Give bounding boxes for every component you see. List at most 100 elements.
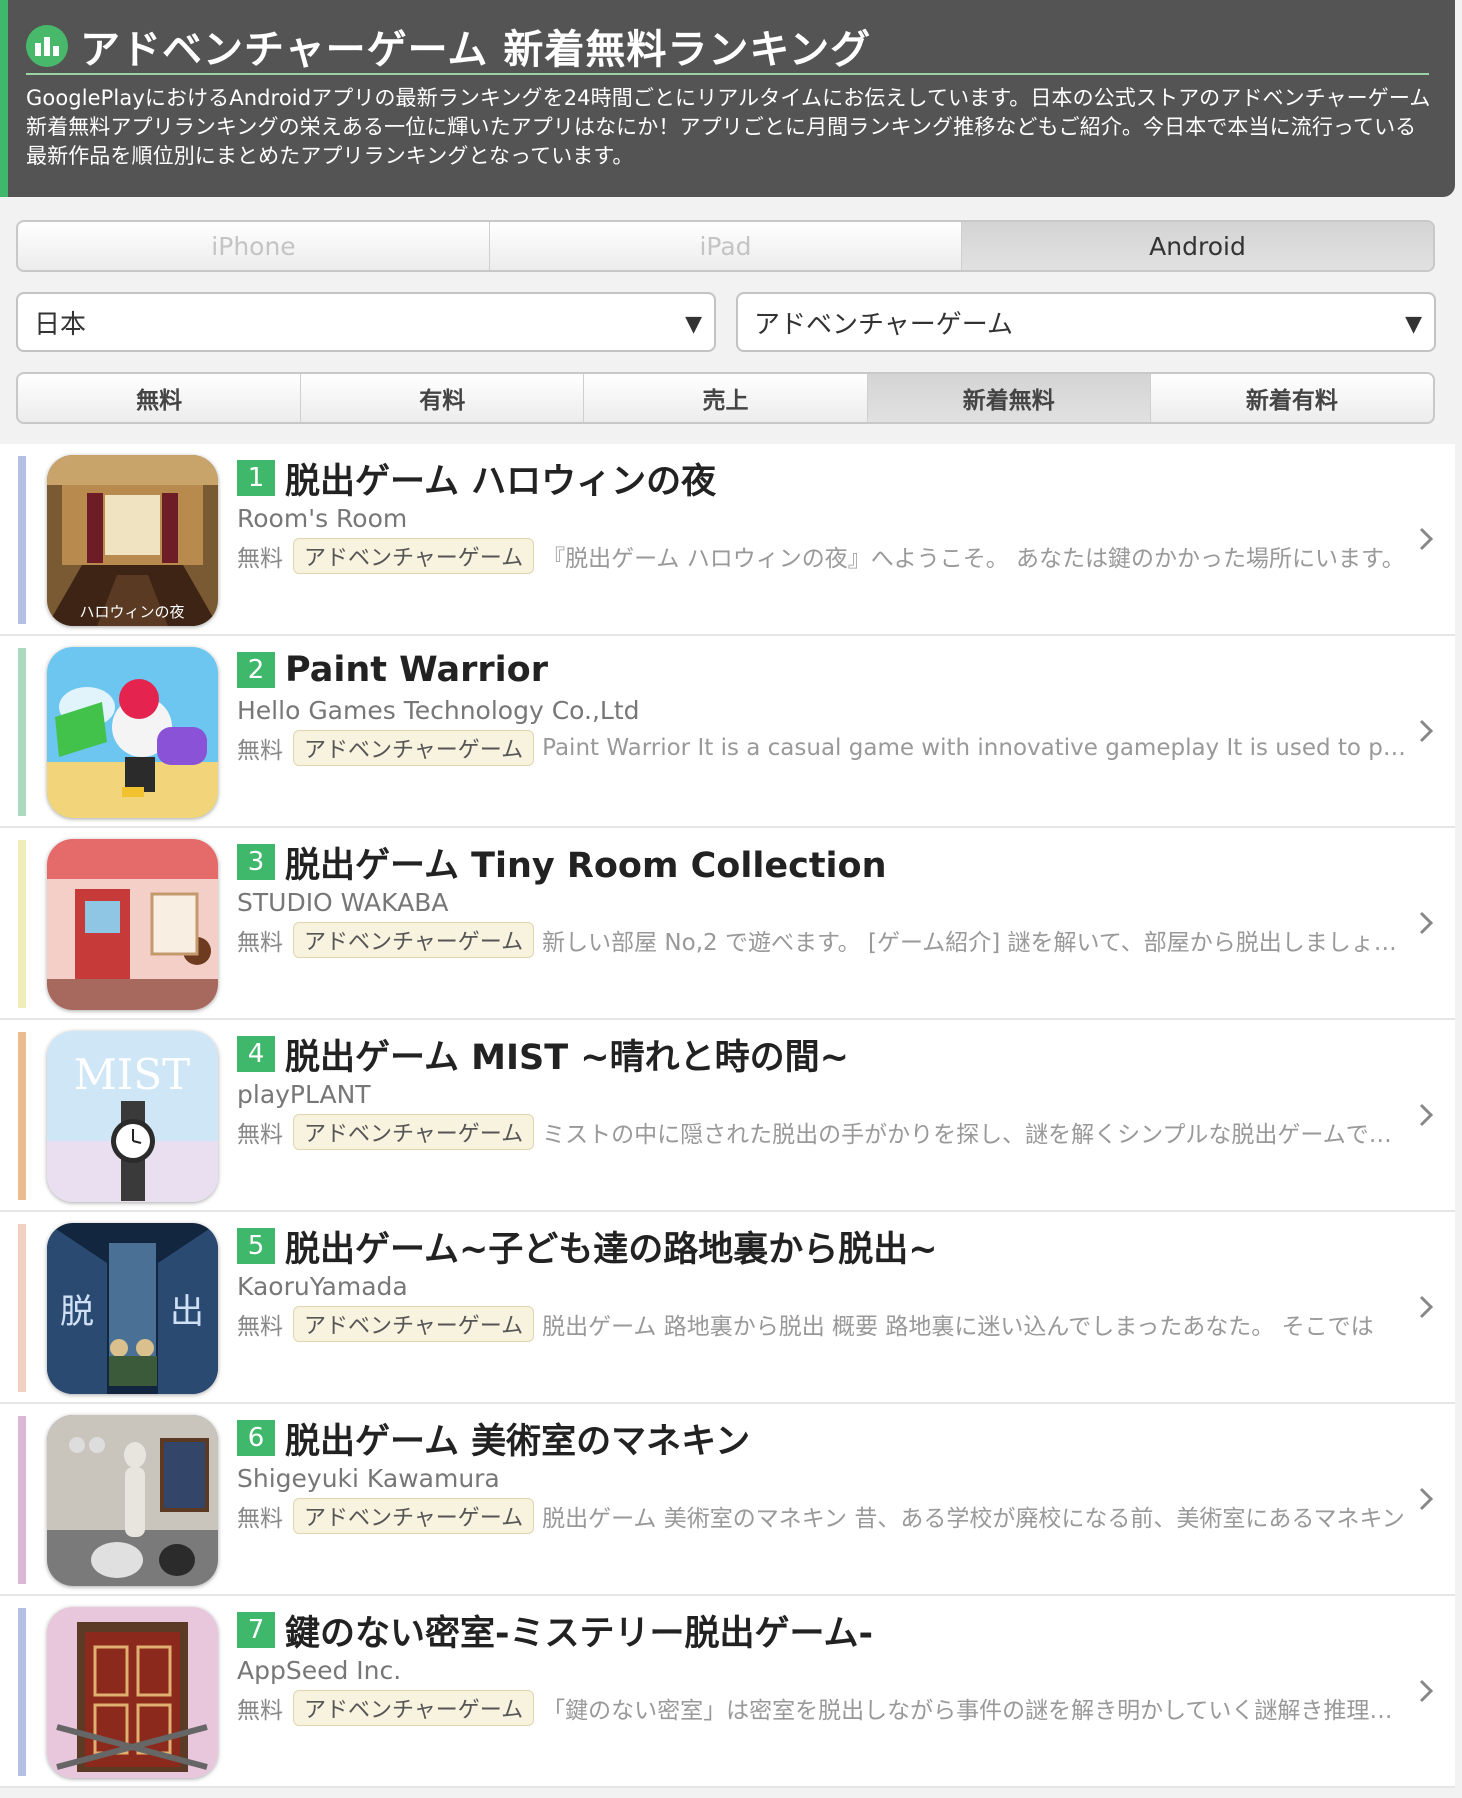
page-title: アドベンチャーゲーム 新着無料ランキング xyxy=(80,27,872,73)
rank-line: 2 Paint Warrior xyxy=(237,648,548,692)
tab-iphone[interactable]: iPhone xyxy=(18,222,490,270)
country-select-value: 日本 xyxy=(34,309,87,340)
ranking-type-tabs: 無料 有料 売上 新着無料 新着有料 xyxy=(16,372,1435,424)
page-header: アドベンチャーゲーム 新着無料ランキング GooglePlayにおけるAndro… xyxy=(0,0,1455,197)
app-title[interactable]: 脱出ゲーム MIST ~晴れと時の間~ xyxy=(285,1029,849,1080)
chevron-right-icon[interactable] xyxy=(1417,1676,1435,1706)
app-meta: 無料 アドベンチャーゲーム 脱出ゲーム 路地裏から脱出 概要 路地裏に迷い込んで… xyxy=(237,1306,1407,1342)
app-meta: 無料 アドベンチャーゲーム 『脱出ゲーム ハロウィンの夜』へようこそ。 あなたは… xyxy=(237,538,1407,574)
app-price: 無料 xyxy=(237,930,283,956)
app-price: 無料 xyxy=(237,1506,283,1532)
ranking-row[interactable]: 脱 出 5 脱出ゲーム~子ども達の路地裏から脱出~ KaoruYamada 無料… xyxy=(0,1212,1455,1404)
header-title-row: アドベンチャーゲーム 新着無料ランキング xyxy=(26,18,871,74)
genre-tag: アドベンチャーゲーム xyxy=(293,1498,535,1534)
app-icon-text: 出 xyxy=(170,1292,204,1332)
chevron-right-icon[interactable] xyxy=(1417,1100,1435,1130)
ranking-row[interactable]: 3 脱出ゲーム Tiny Room Collection STUDIO WAKA… xyxy=(0,828,1455,1020)
row-color-bar xyxy=(18,1032,26,1200)
rank-line: 4 脱出ゲーム MIST ~晴れと時の間~ xyxy=(237,1032,849,1078)
ranking-row[interactable]: MIST 4 脱出ゲーム MIST ~晴れと時の間~ playPLANT 無料 … xyxy=(0,1020,1455,1212)
app-developer: STUDIO WAKABA xyxy=(237,888,449,917)
app-title[interactable]: 脱出ゲーム 美術室のマネキン xyxy=(285,1413,750,1464)
chevron-right-icon[interactable] xyxy=(1417,1292,1435,1322)
ranking-row[interactable]: 7 鍵のない密室-ミステリー脱出ゲーム- AppSeed Inc. 無料 アドベ… xyxy=(0,1596,1455,1788)
rank-badge: 1 xyxy=(237,460,275,496)
tab-grossing[interactable]: 売上 xyxy=(584,374,868,422)
ranking-row[interactable]: 2 Paint Warrior Hello Games Technology C… xyxy=(0,636,1455,828)
rank-badge: 6 xyxy=(237,1420,275,1456)
ranking-row[interactable]: 6 脱出ゲーム 美術室のマネキン Shigeyuki Kawamura 無料 ア… xyxy=(0,1404,1455,1596)
app-price: 無料 xyxy=(237,546,283,572)
app-title[interactable]: Paint Warrior xyxy=(285,650,548,690)
app-icon[interactable] xyxy=(47,839,218,1010)
tab-free[interactable]: 無料 xyxy=(18,374,302,422)
ranking-row[interactable]: ハロウィンの夜 1 脱出ゲーム ハロウィンの夜 Room's Room 無料 ア… xyxy=(0,444,1455,636)
rank-line: 3 脱出ゲーム Tiny Room Collection xyxy=(237,840,887,886)
rank-badge: 5 xyxy=(237,1228,275,1264)
tab-new-paid[interactable]: 新着有料 xyxy=(1151,374,1433,422)
app-title[interactable]: 脱出ゲーム ハロウィンの夜 xyxy=(285,453,716,504)
app-icon-text: 脱 xyxy=(60,1292,94,1332)
ranking-list: ハロウィンの夜 1 脱出ゲーム ハロウィンの夜 Room's Room 無料 ア… xyxy=(0,444,1455,1788)
row-color-bar xyxy=(18,648,26,816)
rank-line: 7 鍵のない密室-ミステリー脱出ゲーム- xyxy=(237,1608,873,1654)
app-developer: Hello Games Technology Co.,Ltd xyxy=(237,696,640,725)
rank-line: 5 脱出ゲーム~子ども達の路地裏から脱出~ xyxy=(237,1224,938,1270)
app-icon[interactable]: MIST xyxy=(47,1031,218,1202)
app-developer: KaoruYamada xyxy=(237,1272,408,1301)
app-title[interactable]: 鍵のない密室-ミステリー脱出ゲーム- xyxy=(285,1605,873,1656)
caret-down-icon: ▼ xyxy=(685,312,702,337)
genre-select-value: アドベンチャーゲーム xyxy=(754,309,1013,340)
chevron-right-icon[interactable] xyxy=(1417,524,1435,554)
app-description: 『脱出ゲーム ハロウィンの夜』へようこそ。 あなたは鍵のかかった場所にいます。 xyxy=(542,546,1405,572)
app-title[interactable]: 脱出ゲーム~子ども達の路地裏から脱出~ xyxy=(285,1221,938,1272)
row-color-bar xyxy=(18,456,26,624)
genre-tag: アドベンチャーゲーム xyxy=(293,538,535,574)
header-divider xyxy=(26,73,1429,75)
genre-tag: アドベンチャーゲーム xyxy=(293,1306,535,1342)
device-tabs: iPhone iPad Android xyxy=(16,220,1435,272)
app-meta: 無料 アドベンチャーゲーム 新しい部屋 No,2 で遊べます。 [ゲーム紹介] … xyxy=(237,922,1407,958)
genre-tag: アドベンチャーゲーム xyxy=(293,1114,535,1150)
rank-badge: 4 xyxy=(237,1036,275,1072)
caret-down-icon: ▼ xyxy=(1405,312,1422,337)
app-icon-text: MIST xyxy=(74,1050,190,1099)
country-select[interactable]: 日本 ▼ xyxy=(16,292,716,352)
tab-paid[interactable]: 有料 xyxy=(301,374,585,422)
app-description: Paint Warrior It is a casual game with i… xyxy=(542,735,1407,761)
chevron-right-icon[interactable] xyxy=(1417,716,1435,746)
tab-new-free[interactable]: 新着無料 xyxy=(867,374,1151,422)
ranking-icon xyxy=(26,25,68,67)
tab-ipad[interactable]: iPad xyxy=(490,222,962,270)
genre-select[interactable]: アドベンチャーゲーム ▼ xyxy=(736,292,1436,352)
chevron-right-icon[interactable] xyxy=(1417,908,1435,938)
rank-badge: 3 xyxy=(237,844,275,880)
app-icon[interactable]: 脱 出 xyxy=(47,1223,218,1394)
row-color-bar xyxy=(18,1608,26,1776)
app-description: 「鍵のない密室」は密室を脱出しながら事件の謎を解き明かしていく謎解き推理ゲーム xyxy=(542,1698,1407,1724)
app-meta: 無料 アドベンチャーゲーム 脱出ゲーム 美術室のマネキン 昔、ある学校が廃校にな… xyxy=(237,1498,1407,1534)
app-icon[interactable]: ハロウィンの夜 xyxy=(47,455,218,626)
app-description: ミストの中に隠された脱出の手がかりを探し、謎を解くシンプルな脱出ゲームです。 xyxy=(542,1122,1407,1148)
rank-badge: 2 xyxy=(237,652,275,688)
app-icon[interactable] xyxy=(47,1415,218,1586)
app-price: 無料 xyxy=(237,1122,283,1148)
app-developer: playPLANT xyxy=(237,1080,371,1109)
genre-tag: アドベンチャーゲーム xyxy=(293,922,535,958)
app-icon-text: ハロウィンの夜 xyxy=(79,603,184,621)
app-icon[interactable] xyxy=(47,647,218,818)
app-icon[interactable] xyxy=(47,1607,218,1778)
app-developer: AppSeed Inc. xyxy=(237,1656,402,1685)
row-color-bar xyxy=(18,1224,26,1392)
app-description: 新しい部屋 No,2 で遊べます。 [ゲーム紹介] 謎を解いて、部屋から脱出しま… xyxy=(542,930,1407,956)
app-title[interactable]: 脱出ゲーム Tiny Room Collection xyxy=(285,837,887,888)
genre-tag: アドベンチャーゲーム xyxy=(293,1690,535,1726)
chevron-right-icon[interactable] xyxy=(1417,1484,1435,1514)
app-developer: Room's Room xyxy=(237,504,408,533)
app-meta: 無料 アドベンチャーゲーム Paint Warrior It is a casu… xyxy=(237,730,1407,766)
rank-line: 6 脱出ゲーム 美術室のマネキン xyxy=(237,1416,750,1462)
app-meta: 無料 アドベンチャーゲーム 「鍵のない密室」は密室を脱出しながら事件の謎を解き明… xyxy=(237,1690,1407,1726)
rank-line: 1 脱出ゲーム ハロウィンの夜 xyxy=(237,456,716,502)
app-price: 無料 xyxy=(237,738,283,764)
tab-android[interactable]: Android xyxy=(962,222,1433,270)
